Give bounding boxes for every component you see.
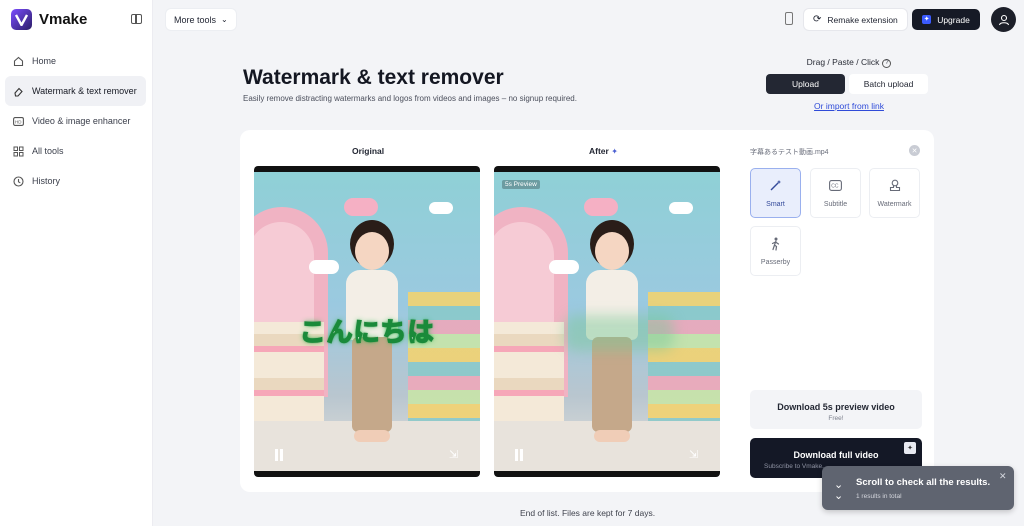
mode-label: Smart xyxy=(766,200,785,208)
help-icon[interactable]: ? xyxy=(882,59,892,68)
avatar[interactable] xyxy=(991,7,1016,32)
more-tools-dropdown[interactable]: More tools ⌄ xyxy=(166,9,236,30)
toast-sub: 1 results in total xyxy=(856,493,902,500)
refresh-icon: ⟳ xyxy=(813,14,822,25)
mode-label: Subtitle xyxy=(823,200,848,208)
home-icon xyxy=(13,56,24,67)
sparkle-icon: ✦ xyxy=(922,15,932,24)
after-video-player[interactable]: 5s Preview ⇲ xyxy=(494,166,720,477)
sidebar-item-watermark-remover[interactable]: Watermark & text remover xyxy=(5,76,146,106)
sidebar-item-label: Home xyxy=(32,56,57,66)
after-label-text: After xyxy=(589,146,609,156)
remake-extension-button[interactable]: ⟳ Remake extension xyxy=(804,9,907,30)
download-full-title: Download full video xyxy=(793,450,879,460)
page-subtitle: Easily remove distracting watermarks and… xyxy=(243,94,577,103)
sidebar-item-history[interactable]: History xyxy=(5,166,146,196)
cc-icon: CC xyxy=(829,179,843,193)
after-label: After ✦ xyxy=(589,146,618,156)
close-icon[interactable]: ✕ xyxy=(909,145,920,156)
close-icon[interactable]: ✕ xyxy=(999,471,1007,482)
vmake-logo-icon xyxy=(11,9,32,30)
brand[interactable]: Vmake xyxy=(11,9,87,30)
original-video-player[interactable]: こんにちは ⇲ xyxy=(254,166,480,477)
sidebar-item-label: History xyxy=(32,176,61,186)
upload-button[interactable]: Upload xyxy=(766,74,845,94)
toast-title: Scroll to check all the results. xyxy=(856,477,991,488)
fullscreen-icon[interactable]: ⇲ xyxy=(449,450,460,461)
after-video-frame: 5s Preview xyxy=(494,172,720,471)
sidebar-collapse-icon[interactable] xyxy=(131,14,142,24)
mode-label: Watermark xyxy=(877,200,912,208)
file-name: 字幕あるテスト動画.mp4 xyxy=(750,149,829,156)
user-icon xyxy=(998,14,1009,25)
pause-icon[interactable] xyxy=(514,449,524,461)
sidebar-item-label: Video & image enhancer xyxy=(32,116,131,126)
preview-tag: 5s Preview xyxy=(502,180,540,189)
chevron-down-icon: ⌄ xyxy=(221,15,228,24)
page-title: Watermark & text remover xyxy=(243,66,504,89)
eraser-icon xyxy=(13,86,24,97)
upgrade-button[interactable]: ✦ Upgrade xyxy=(912,9,980,30)
stamp-icon xyxy=(888,179,902,193)
mode-smart[interactable]: Smart xyxy=(750,168,801,218)
svg-text:HD: HD xyxy=(15,119,22,124)
download-preview-button[interactable]: Download 5s preview video Free! xyxy=(750,390,922,429)
original-label: Original xyxy=(352,146,385,156)
mode-label: Passerby xyxy=(760,258,791,266)
brand-name: Vmake xyxy=(39,11,88,28)
sidebar-item-label: Watermark & text remover xyxy=(32,86,137,96)
magic-wand-icon: ✦ xyxy=(611,147,618,156)
hd-icon: HD xyxy=(13,116,24,127)
sidebar-item-all-tools[interactable]: All tools xyxy=(5,136,146,166)
mobile-icon[interactable] xyxy=(785,12,793,25)
premium-badge-icon: ✦ xyxy=(904,442,916,454)
subtitle-overlay-text: こんにちは xyxy=(299,316,435,348)
sidebar-item-label: All tools xyxy=(32,146,64,156)
sidebar-nav: Home Watermark & text remover HD Video &… xyxy=(5,46,146,196)
sidebar: Vmake Home Watermark & text remover HD V… xyxy=(0,0,153,526)
mode-subtitle[interactable]: CC Subtitle xyxy=(810,168,861,218)
upload-hint: Drag / Paste / Click? xyxy=(760,57,938,68)
sidebar-item-home[interactable]: Home xyxy=(5,46,146,76)
batch-upload-button[interactable]: Batch upload xyxy=(849,74,928,94)
grid-icon xyxy=(13,146,24,157)
magic-wand-icon xyxy=(769,179,783,193)
upload-panel[interactable]: Drag / Paste / Click? Upload Batch uploa… xyxy=(760,46,938,120)
remake-extension-label: Remake extension xyxy=(827,14,898,25)
import-from-link[interactable]: Or import from link xyxy=(760,101,938,111)
walking-person-icon xyxy=(769,237,783,251)
more-tools-label: More tools xyxy=(174,14,217,25)
scroll-toast[interactable]: ⌄ ⌄ Scroll to check all the results. 1 re… xyxy=(822,466,1014,510)
download-preview-title: Download 5s preview video xyxy=(777,402,895,412)
pause-icon[interactable] xyxy=(274,449,284,461)
download-preview-sub: Free! xyxy=(828,415,844,422)
svg-text:CC: CC xyxy=(831,184,839,190)
upload-hint-text: Drag / Paste / Click xyxy=(806,57,880,67)
sidebar-item-enhancer[interactable]: HD Video & image enhancer xyxy=(5,106,146,136)
fullscreen-icon[interactable]: ⇲ xyxy=(689,450,700,461)
clock-icon xyxy=(13,175,24,187)
upgrade-label: Upgrade xyxy=(937,14,970,25)
original-video-frame: こんにちは xyxy=(254,172,480,471)
chevron-double-down-icon: ⌄ ⌄ xyxy=(834,479,844,502)
mode-passerby[interactable]: Passerby xyxy=(750,226,801,276)
mode-watermark[interactable]: Watermark xyxy=(869,168,920,218)
